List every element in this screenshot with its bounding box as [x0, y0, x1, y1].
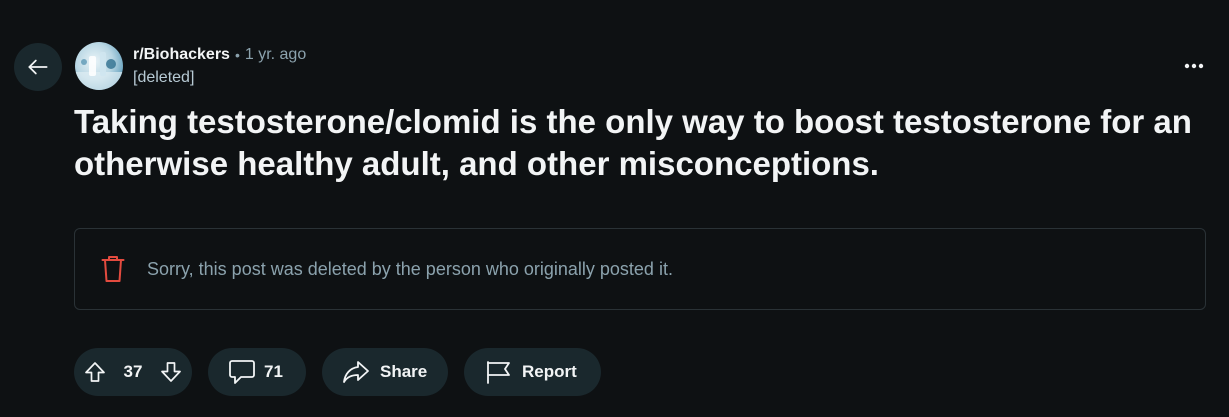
vote-count: 37 [123, 362, 143, 381]
post-author: [deleted] [133, 69, 195, 86]
share-icon [342, 360, 370, 384]
report-label: Report [522, 362, 577, 381]
subreddit-link[interactable]: r/Biohackers [133, 45, 230, 65]
arrow-left-icon [28, 59, 48, 75]
subreddit-avatar[interactable] [75, 42, 123, 90]
arrow-up-icon [85, 362, 105, 382]
post-action-bar: 37 71 Share Report [74, 348, 601, 396]
report-button[interactable]: Report [464, 348, 601, 396]
overflow-menu-button[interactable] [1177, 52, 1211, 80]
post-title: Taking testosterone/clomid is the only w… [74, 103, 1192, 182]
more-horizontal-icon [1184, 63, 1204, 69]
trash-icon [101, 254, 127, 284]
comments-button[interactable]: 71 [208, 348, 306, 396]
comment-count: 71 [264, 362, 283, 381]
post-page: r/Biohackers • 1 yr. ago [deleted] Takin… [0, 0, 1229, 417]
share-label: Share [380, 362, 428, 381]
biohackers-logo [75, 52, 123, 90]
comment-icon [228, 359, 256, 385]
post-meta: r/Biohackers • 1 yr. ago [deleted] [133, 45, 306, 88]
meta-separator: • [234, 47, 240, 63]
downvote-button[interactable] [160, 361, 182, 383]
share-button[interactable]: Share [322, 348, 448, 396]
deleted-post-notice: Sorry, this post was deleted by the pers… [74, 228, 1206, 310]
back-button[interactable] [14, 43, 62, 91]
vote-control: 37 [74, 348, 192, 396]
upvote-button[interactable] [84, 361, 106, 383]
arrow-down-icon [161, 362, 181, 382]
deleted-message: Sorry, this post was deleted by the pers… [147, 258, 673, 279]
post-time: 1 yr. ago [244, 46, 307, 63]
flag-icon [484, 359, 512, 385]
